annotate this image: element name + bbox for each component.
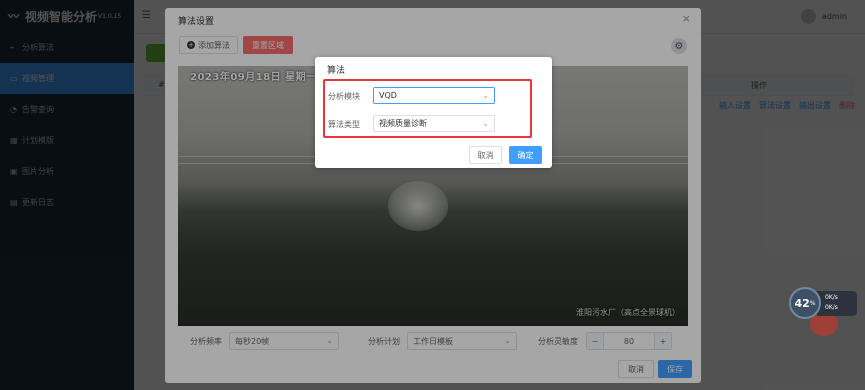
speed-percent-circle: 42%	[789, 287, 821, 319]
popup-cancel-button[interactable]: 取消	[469, 146, 502, 164]
module-value: VQD	[379, 91, 397, 100]
chevron-down-icon: ⌄	[482, 91, 489, 100]
chevron-down-icon: ⌄	[482, 119, 489, 128]
speed-readout: 0K/s 0K/s	[817, 291, 857, 316]
popup-title: 算法	[327, 66, 346, 76]
upload-speed: 0K/s	[825, 294, 838, 301]
speed-percent: 42	[794, 296, 810, 310]
speed-widget[interactable]: 0K/s 0K/s 42%	[789, 287, 859, 319]
type-value: 视频质量诊断	[379, 119, 427, 128]
type-label: 算法类型	[328, 120, 360, 129]
popup-confirm-button[interactable]: 确定	[509, 146, 542, 164]
download-speed: 0K/s	[825, 304, 838, 311]
module-label: 分析模块	[328, 92, 360, 101]
algorithm-popup: 算法 分析模块 VQD ⌄ 算法类型 视频质量诊断 ⌄ 取消 确定	[315, 57, 552, 168]
module-select[interactable]: VQD ⌄	[373, 87, 495, 104]
type-select[interactable]: 视频质量诊断 ⌄	[373, 115, 495, 132]
